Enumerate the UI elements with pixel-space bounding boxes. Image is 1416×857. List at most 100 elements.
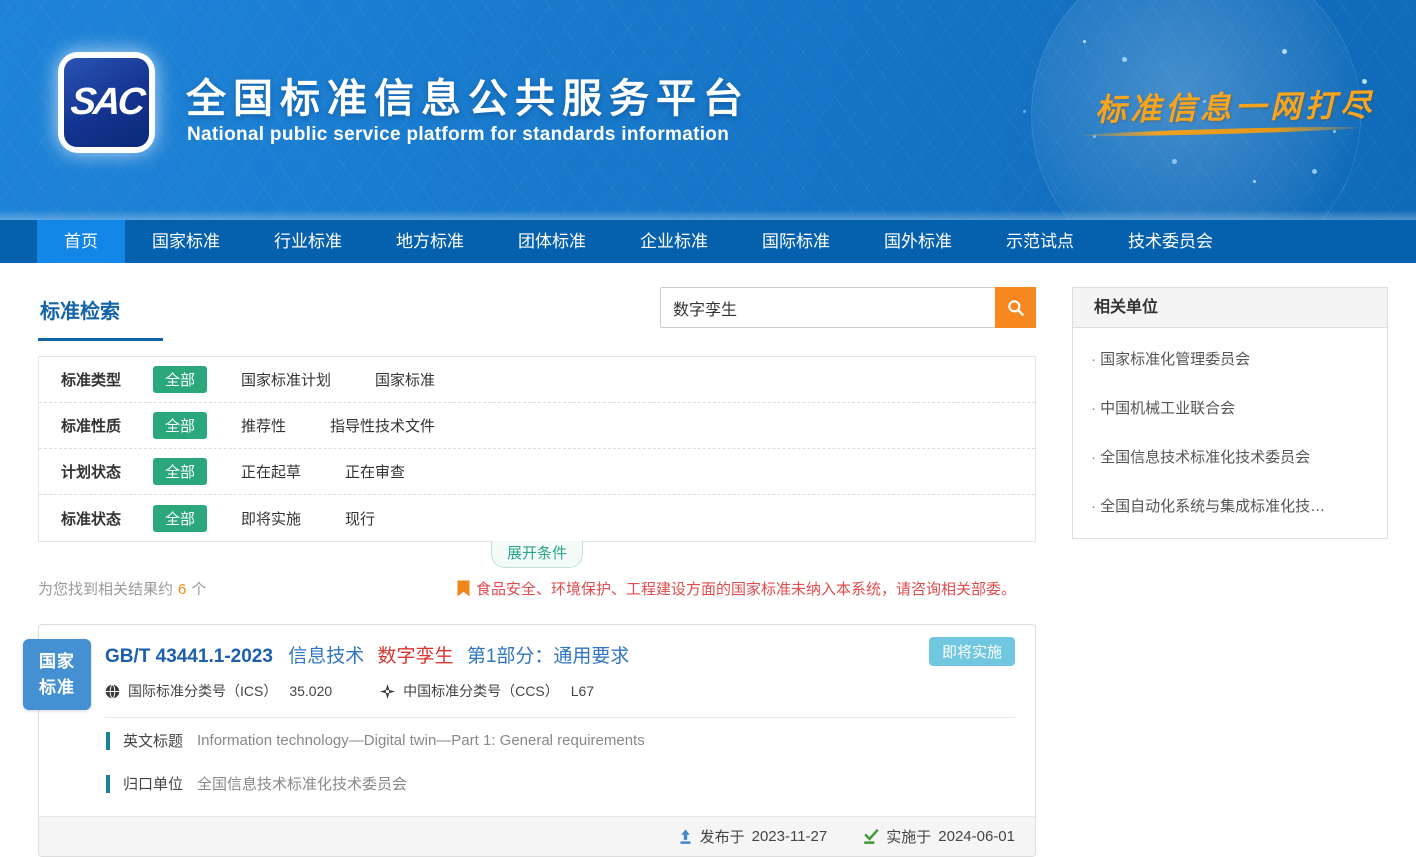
- status-badge: 即将实施: [929, 637, 1015, 666]
- search-icon: [1006, 298, 1026, 318]
- filter-option[interactable]: 正在起草: [241, 461, 301, 482]
- expand-conditions-wrap: 展开条件: [38, 541, 1036, 568]
- filter-option[interactable]: 现行: [345, 508, 375, 529]
- standard-title-link[interactable]: GB/T 43441.1-2023 信息技术 数字孪生 第1部分：通用要求: [105, 641, 1015, 668]
- english-title-label: 英文标题: [123, 730, 183, 751]
- publish-icon: [678, 829, 693, 845]
- card-meta-row: 国际标准分类号（ICS） 35.020 中国标准分类号（CCS） L67: [105, 681, 1015, 718]
- summary-suffix: 个: [191, 581, 206, 598]
- filter-label: 标准状态: [61, 508, 151, 529]
- nav-item-international-standards[interactable]: 国际标准: [735, 220, 857, 263]
- filter-option[interactable]: 即将实施: [241, 508, 301, 529]
- search-section: 标准检索: [38, 287, 1036, 341]
- system-notice: 食品安全、环境保护、工程建设方面的国家标准未纳入本系统，请咨询相关部委。: [457, 578, 1036, 599]
- sac-logo[interactable]: SAC: [58, 52, 155, 153]
- decor-dots: [1083, 40, 1086, 43]
- right-column: 相关单位 国家标准化管理委员会 中国机械工业联合会 全国信息技术标准化技术委员会…: [1072, 287, 1388, 857]
- filter-label: 标准性质: [61, 415, 151, 436]
- implement-label: 实施于: [886, 826, 931, 847]
- filter-option[interactable]: 国家标准: [375, 369, 435, 390]
- site-subtitle: National public service platform for sta…: [187, 124, 729, 146]
- site-slogan: 标准信息一网打尽: [1095, 80, 1376, 130]
- filter-row-standard-type: 标准类型 全部 国家标准计划 国家标准: [39, 357, 1035, 403]
- filter-option[interactable]: 指导性技术文件: [330, 415, 435, 436]
- committee-label: 归口单位: [123, 773, 183, 794]
- english-title-row: 英文标题 Information technology—Digital twin…: [39, 720, 1035, 761]
- check-icon: [863, 829, 879, 845]
- filter-label: 计划状态: [61, 461, 151, 482]
- committee-value: 全国信息技术标准化技术委员会: [197, 773, 407, 794]
- notice-text: 食品安全、环境保护、工程建设方面的国家标准未纳入本系统，请咨询相关部委。: [476, 578, 1016, 599]
- related-unit-link[interactable]: 中国机械工业联合会: [1073, 383, 1387, 432]
- implement-date: 2024-06-01: [938, 828, 1015, 845]
- expand-conditions-button[interactable]: 展开条件: [491, 541, 583, 568]
- results-summary: 为您找到相关结果约 6个: [38, 578, 206, 599]
- filter-all-badge[interactable]: 全部: [153, 505, 207, 532]
- related-unit-link[interactable]: 全国自动化系统与集成标准化技…: [1073, 481, 1387, 530]
- ccs-label: 中国标准分类号（CCS）: [403, 681, 559, 701]
- search-box: [660, 287, 1036, 328]
- standard-code: GB/T 43441.1-2023: [105, 646, 273, 667]
- compass-icon: [380, 684, 395, 699]
- search-button[interactable]: [995, 287, 1036, 328]
- row-marker-bar: [106, 775, 110, 793]
- filter-row-plan-status: 计划状态 全部 正在起草 正在审查: [39, 449, 1035, 495]
- publish-label: 发布于: [700, 826, 745, 847]
- main-nav: 首页 国家标准 行业标准 地方标准 团体标准 企业标准 国际标准 国外标准 示范…: [0, 220, 1416, 263]
- ccs-meta: 中国标准分类号（CCS） L67: [380, 681, 594, 701]
- related-unit-link[interactable]: 国家标准化管理委员会: [1073, 334, 1387, 383]
- standard-title-part2: 第1部分：通用要求: [467, 646, 630, 667]
- title-underline: [38, 338, 163, 341]
- filter-option[interactable]: 国家标准计划: [241, 369, 331, 390]
- bookmark-icon: [457, 580, 470, 597]
- filter-label: 标准类型: [61, 369, 151, 390]
- ccs-value: L67: [571, 683, 594, 699]
- implement-date-item: 实施于 2024-06-01: [863, 826, 1015, 847]
- related-units-title: 相关单位: [1073, 288, 1387, 328]
- results-count: 6: [178, 581, 186, 598]
- committee-row: 归口单位 全国信息技术标准化技术委员会: [39, 763, 1035, 804]
- site-title: 全国标准信息公共服务平台: [186, 66, 750, 124]
- nav-item-national-standards[interactable]: 国家标准: [125, 220, 247, 263]
- nav-item-home[interactable]: 首页: [37, 220, 125, 263]
- filter-all-badge[interactable]: 全部: [153, 412, 207, 439]
- filter-option[interactable]: 推荐性: [241, 415, 286, 436]
- left-column: 标准检索 标准类型 全部 国家标准计划 国家标准 标准性质: [38, 287, 1036, 857]
- filter-all-badge[interactable]: 全部: [153, 366, 207, 393]
- search-input[interactable]: [660, 287, 995, 328]
- filter-option[interactable]: 正在审查: [345, 461, 405, 482]
- card-footer: 发布于 2023-11-27 实施于 2024-06-01: [39, 816, 1035, 856]
- ics-label: 国际标准分类号（ICS）: [128, 681, 277, 701]
- filter-all-badge[interactable]: 全部: [153, 458, 207, 485]
- standard-title-part1: 信息技术: [288, 646, 364, 667]
- card-head: GB/T 43441.1-2023 信息技术 数字孪生 第1部分：通用要求 即将…: [39, 625, 1035, 718]
- globe-icon: [105, 684, 120, 699]
- section-title-block: 标准检索: [38, 287, 163, 341]
- related-units-list: 国家标准化管理委员会 中国机械工业联合会 全国信息技术标准化技术委员会 全国自动…: [1073, 328, 1387, 538]
- nav-item-enterprise-standards[interactable]: 企业标准: [613, 220, 735, 263]
- filter-panel: 标准类型 全部 国家标准计划 国家标准 标准性质 全部 推荐性 指导性技术文件 …: [38, 356, 1036, 542]
- filter-row-standard-nature: 标准性质 全部 推荐性 指导性技术文件: [39, 403, 1035, 449]
- ics-value: 35.020: [289, 683, 332, 699]
- main-content: 标准检索 标准类型 全部 国家标准计划 国家标准 标准性质: [0, 263, 1416, 857]
- standard-result-card: 国家 标准 GB/T 43441.1-2023 信息技术 数字孪生 第1部分：通…: [38, 624, 1036, 857]
- nav-item-pilot[interactable]: 示范试点: [979, 220, 1101, 263]
- publish-date-item: 发布于 2023-11-27: [678, 826, 828, 847]
- nav-item-foreign-standards[interactable]: 国外标准: [857, 220, 979, 263]
- english-title-value: Information technology—Digital twin—Part…: [197, 732, 645, 749]
- publish-date: 2023-11-27: [752, 828, 828, 845]
- nav-item-local-standards[interactable]: 地方标准: [369, 220, 491, 263]
- related-units-panel: 相关单位 国家标准化管理委员会 中国机械工业联合会 全国信息技术标准化技术委员会…: [1072, 287, 1388, 539]
- results-summary-row: 为您找到相关结果约 6个 食品安全、环境保护、工程建设方面的国家标准未纳入本系统，…: [38, 574, 1036, 602]
- nav-item-group-standards[interactable]: 团体标准: [491, 220, 613, 263]
- filter-row-standard-status: 标准状态 全部 即将实施 现行: [39, 495, 1035, 541]
- related-unit-link[interactable]: 全国信息技术标准化技术委员会: [1073, 432, 1387, 481]
- ics-meta: 国际标准分类号（ICS） 35.020: [105, 681, 332, 701]
- summary-prefix: 为您找到相关结果约: [38, 581, 173, 598]
- standard-title-highlight: 数字孪生: [378, 646, 454, 667]
- nav-item-industry-standards[interactable]: 行业标准: [247, 220, 369, 263]
- nav-item-technical-committee[interactable]: 技术委员会: [1101, 220, 1240, 263]
- page-title: 标准检索: [38, 287, 163, 338]
- row-marker-bar: [106, 732, 110, 750]
- sac-logo-text: SAC: [69, 81, 145, 124]
